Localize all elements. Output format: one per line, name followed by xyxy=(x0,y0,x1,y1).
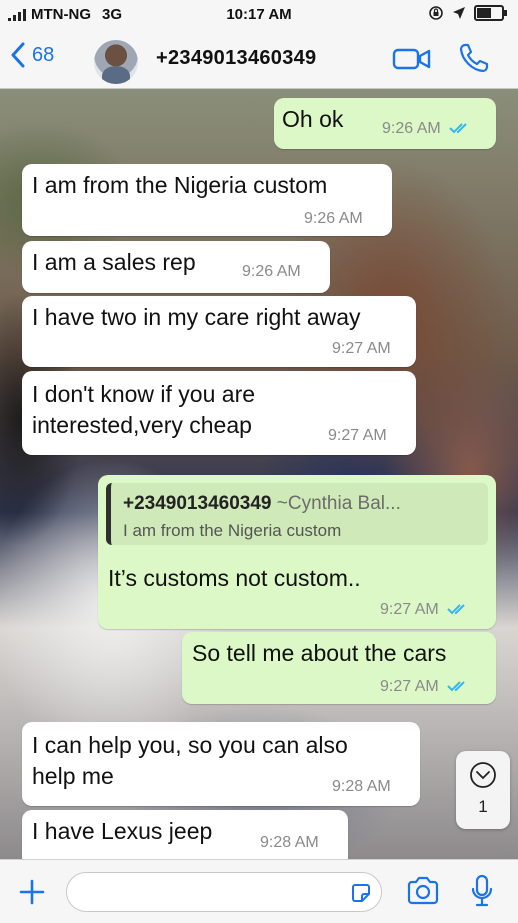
message-text: I am from the Nigeria custom xyxy=(32,172,328,198)
message-outgoing[interactable]: So tell me about the cars 9:27 AM xyxy=(182,632,496,704)
read-ticks-icon xyxy=(447,604,465,615)
message-text: I have Lexus jeep xyxy=(32,818,213,844)
status-bar: MTN-NG 3G 10:17 AM xyxy=(0,0,518,30)
quoted-sender: +2349013460349 ~Cynthia Bal... xyxy=(123,493,401,514)
message-input[interactable] xyxy=(66,872,382,912)
chat-header: 68 +2349013460349 xyxy=(0,30,518,89)
message-text: So tell me about the cars xyxy=(192,640,447,666)
message-text: I am a sales rep xyxy=(32,249,196,275)
message-time: 9:26 AM xyxy=(242,263,301,280)
message-outgoing[interactable]: Oh ok 9:26 AM xyxy=(274,98,496,149)
message-text: I can help you, so you can also help me xyxy=(32,732,348,789)
unread-count-badge: 1 xyxy=(478,797,488,816)
message-text: Oh ok xyxy=(282,106,344,132)
quoted-message[interactable]: +2349013460349 ~Cynthia Bal... I am from… xyxy=(106,483,488,545)
message-text: I have two in my care right away xyxy=(32,304,361,330)
phone-call-icon[interactable] xyxy=(458,42,490,74)
message-incoming[interactable]: I don't know if you are interested,very … xyxy=(22,371,416,455)
message-text: I don't know if you are interested,very … xyxy=(32,381,256,438)
microphone-icon[interactable] xyxy=(470,874,494,908)
quoted-text: I am from the Nigeria custom xyxy=(123,521,342,540)
read-ticks-icon xyxy=(447,681,465,692)
message-incoming[interactable]: I have two in my care right away 9:27 AM xyxy=(22,296,416,367)
message-incoming[interactable]: I can help you, so you can also help me … xyxy=(22,722,420,806)
message-time: 9:27 AM xyxy=(380,601,469,619)
message-incoming[interactable]: I am from the Nigeria custom 9:26 AM xyxy=(22,164,392,236)
location-arrow-icon xyxy=(453,7,465,19)
scroll-to-bottom-button[interactable]: 1 xyxy=(456,751,510,829)
back-chevron-icon xyxy=(11,42,25,68)
composer-bar xyxy=(0,859,518,923)
unread-chats-count: 68 xyxy=(32,43,55,66)
message-time: 9:26 AM xyxy=(304,210,363,227)
message-outgoing-reply[interactable]: +2349013460349 ~Cynthia Bal... I am from… xyxy=(98,475,496,629)
message-incoming[interactable]: I have Lexus jeep 9:28 AM xyxy=(22,810,348,859)
message-text: It’s customs not custom.. xyxy=(108,565,361,591)
message-time: 9:28 AM xyxy=(260,834,319,851)
status-icons xyxy=(428,5,507,21)
message-time: 9:27 AM xyxy=(328,427,387,444)
message-time: 9:28 AM xyxy=(332,778,391,795)
battery-icon xyxy=(474,5,507,21)
video-call-icon[interactable] xyxy=(392,46,432,72)
message-incoming[interactable]: I am a sales rep 9:26 AM xyxy=(22,241,330,293)
message-time: 9:27 AM xyxy=(332,340,391,357)
plus-icon[interactable] xyxy=(18,878,46,906)
read-ticks-icon xyxy=(449,123,467,134)
sticker-icon[interactable] xyxy=(349,881,373,905)
camera-icon[interactable] xyxy=(406,876,440,906)
chevron-down-icon xyxy=(470,762,496,788)
rotation-lock-icon xyxy=(429,6,443,20)
message-time: 9:27 AM xyxy=(380,678,469,696)
contact-name[interactable]: +2349013460349 xyxy=(156,47,316,70)
contact-avatar[interactable] xyxy=(94,40,138,84)
message-time: 9:26 AM xyxy=(382,120,471,138)
back-button[interactable]: 68 xyxy=(10,42,54,68)
